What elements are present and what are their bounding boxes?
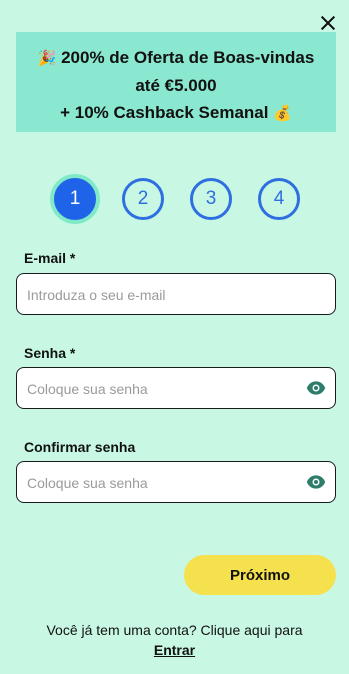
eye-icon[interactable] <box>306 473 326 491</box>
login-prompt: Você já tem uma conta? Clique aqui para … <box>0 620 349 660</box>
eye-icon[interactable] <box>306 379 326 397</box>
login-link[interactable]: Entrar <box>154 642 195 658</box>
password-field-wrapper <box>16 367 336 409</box>
email-field-wrapper <box>16 273 336 315</box>
step-2[interactable]: 2 <box>122 178 164 220</box>
money-bag-icon: 💰 <box>273 105 292 122</box>
login-prompt-text: Você já tem uma conta? Clique aqui para <box>46 622 303 638</box>
step-3[interactable]: 3 <box>190 178 232 220</box>
step-4[interactable]: 4 <box>258 178 300 220</box>
promo-line-3: + 10% Cashback Semanal <box>60 103 269 122</box>
confirm-password-field[interactable] <box>25 462 299 503</box>
promo-line-2: até €5.000 <box>135 76 217 95</box>
password-label: Senha * <box>24 345 76 361</box>
next-button[interactable]: Próximo <box>184 555 336 595</box>
close-icon[interactable] <box>317 12 339 34</box>
email-field[interactable] <box>25 274 299 315</box>
party-icon: 🎉 <box>37 50 57 67</box>
step-indicator: 1 2 3 4 <box>54 178 301 220</box>
confirm-password-label: Confirmar senha <box>24 439 136 455</box>
confirm-password-field-wrapper <box>16 461 336 503</box>
promo-banner: 🎉 200% de Oferta de Boas-vindas até €5.0… <box>16 32 336 132</box>
promo-line-1: 200% de Oferta de Boas-vindas <box>61 48 315 67</box>
email-label: E-mail * <box>24 250 76 266</box>
step-1[interactable]: 1 <box>54 178 96 220</box>
password-field[interactable] <box>25 368 299 409</box>
